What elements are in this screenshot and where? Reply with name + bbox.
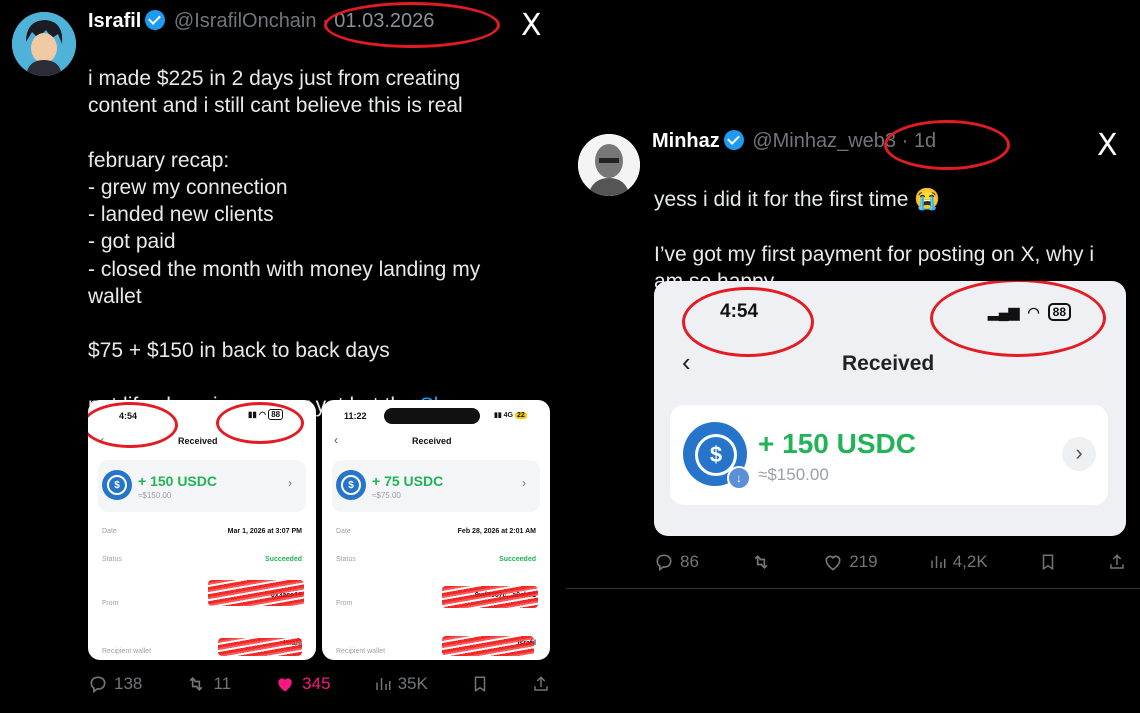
repost-icon	[754, 554, 768, 570]
views-chart-icon	[375, 678, 391, 690]
bookmark-icon	[1042, 554, 1054, 571]
heart-filled-icon	[278, 678, 292, 692]
like-count: 219	[849, 552, 878, 571]
chevron-right-icon[interactable]: ›	[522, 476, 526, 490]
screen-title: Received	[842, 352, 935, 375]
author-name[interactable]: Minhaz	[652, 130, 720, 152]
usdc-icon: $	[102, 470, 132, 500]
annotation-circle	[216, 402, 304, 444]
dynamic-island	[384, 408, 480, 424]
row-label: Status	[336, 556, 356, 563]
reply-button[interactable]: 86	[654, 552, 699, 572]
avatar[interactable]	[578, 134, 640, 196]
chevron-right-icon[interactable]: ›	[1062, 437, 1096, 471]
author-handle[interactable]: @Minhaz_web3	[752, 130, 896, 152]
like-button[interactable]: 219	[823, 552, 878, 572]
avatar-illustration	[12, 12, 76, 76]
usdc-icon: $ ↓	[683, 422, 751, 490]
amount-value: + 150 USDC	[758, 428, 916, 459]
tweet-body-line1: yess i did it for the first time	[654, 188, 915, 212]
row-value: Feb 28, 2026 at 2:01 AM	[457, 528, 536, 535]
amount-card: $ + 75 USDC ≈$75.00 ›	[332, 460, 540, 512]
screen-title: Received	[412, 436, 452, 446]
row-value: Mar 1, 2026 at 3:07 PM	[227, 528, 302, 535]
amount-card: $ + 150 USDC ≈$150.00 ›	[98, 460, 306, 512]
repost-button[interactable]	[750, 552, 772, 572]
media-image[interactable]: 4:54 ▂▄▆ ◠ 88 ‹ Received $ ↓ + 150 USDC …	[654, 281, 1126, 536]
detail-row: Date Feb 28, 2026 at 2:01 AM	[336, 528, 536, 556]
divider	[566, 588, 1140, 589]
row-label: Status	[102, 556, 122, 563]
like-button[interactable]: 345	[274, 674, 331, 694]
tweet-text: i made $225 in 2 days just from creating…	[88, 38, 558, 419]
view-count: 35K	[397, 674, 428, 693]
signal-network-battery-icons: ▮▮ 4G 22	[494, 412, 527, 419]
tweet-body: i made $225 in 2 days just from creating…	[88, 67, 481, 416]
share-button[interactable]	[532, 674, 550, 694]
fiat-value: ≈$75.00	[372, 491, 401, 500]
redaction-scribble	[208, 580, 304, 606]
avatar-illustration	[578, 134, 640, 196]
views-button[interactable]: 35K	[374, 674, 428, 694]
row-label: From	[336, 600, 353, 607]
annotation-circle	[930, 281, 1106, 357]
amount-value: + 150 USDC	[138, 473, 217, 489]
tweet-actions: 86 219 4,2K	[654, 552, 1126, 572]
view-count: 4,2K	[952, 552, 988, 571]
share-icon	[534, 676, 548, 691]
receive-arrow-icon: ↓	[727, 466, 751, 490]
tweet-text: yess i did it for the first time 😭	[654, 159, 1134, 213]
share-button[interactable]	[1108, 552, 1126, 572]
amount-card: $ ↓ + 150 USDC ≈$150.00 ›	[670, 405, 1108, 505]
reply-icon	[90, 676, 106, 694]
row-label: From	[102, 600, 119, 607]
chevron-right-icon[interactable]: ›	[288, 476, 292, 490]
back-chevron-icon[interactable]: ‹	[682, 347, 691, 378]
row-label: Date	[102, 528, 117, 535]
annotation-circle	[682, 287, 814, 357]
verified-badge-icon	[145, 10, 166, 30]
repost-icon	[190, 676, 203, 692]
back-chevron-icon[interactable]: ‹	[334, 433, 338, 447]
repost-button[interactable]: 11	[185, 674, 231, 694]
media-image-2[interactable]: 11:22 ▮▮ 4G 22 ‹ Received $ + 75 USDC ≈$…	[322, 400, 550, 660]
bookmark-button[interactable]	[471, 674, 489, 694]
fiat-value: ≈$150.00	[758, 465, 829, 484]
heart-icon	[825, 555, 841, 571]
screen-title: Received	[178, 436, 218, 446]
author-handle[interactable]: @IsrafilOnchain	[174, 10, 317, 32]
views-button[interactable]: 4,2K	[929, 552, 988, 572]
like-count: 345	[302, 674, 331, 693]
repost-count: 11	[213, 674, 232, 693]
fiat-value: ≈$150.00	[138, 491, 172, 500]
redaction-scribble	[218, 638, 302, 656]
crying-emoji-icon: 😭	[914, 188, 941, 212]
status-time: 11:22	[344, 411, 367, 421]
avatar[interactable]	[12, 12, 76, 76]
bookmark-icon	[474, 676, 486, 693]
annotation-circle	[88, 402, 178, 448]
network-label: 4G	[503, 412, 513, 419]
media-image-1[interactable]: 4:54 ▮▮ ◠ 88 ‹ Received $ + 150 USDC ≈$1…	[88, 400, 316, 660]
row-label: Recipient wallet	[102, 648, 152, 655]
reply-icon	[656, 554, 672, 572]
detail-row: Date Mar 1, 2026 at 3:07 PM	[102, 528, 302, 556]
battery-icon: 22	[514, 412, 527, 419]
share-icon	[1110, 554, 1124, 569]
bookmark-button[interactable]	[1039, 552, 1057, 572]
amount-value: + 75 USDC	[372, 473, 444, 489]
views-chart-icon	[930, 556, 946, 568]
author-name[interactable]: Israfil	[88, 10, 141, 32]
usdc-icon: $	[336, 470, 366, 500]
redaction-scribble	[442, 586, 538, 608]
reply-count: 138	[114, 674, 143, 693]
verified-badge-icon	[723, 130, 744, 150]
reply-button[interactable]: 138	[88, 674, 142, 694]
row-label: Date	[336, 528, 351, 535]
tweet-actions: 138 11 345 35K	[88, 674, 550, 694]
x-logo-icon: X	[1097, 128, 1118, 163]
reply-count: 86	[680, 552, 699, 571]
redaction-scribble	[442, 636, 534, 656]
row-label: Recipient wallet	[336, 648, 386, 655]
